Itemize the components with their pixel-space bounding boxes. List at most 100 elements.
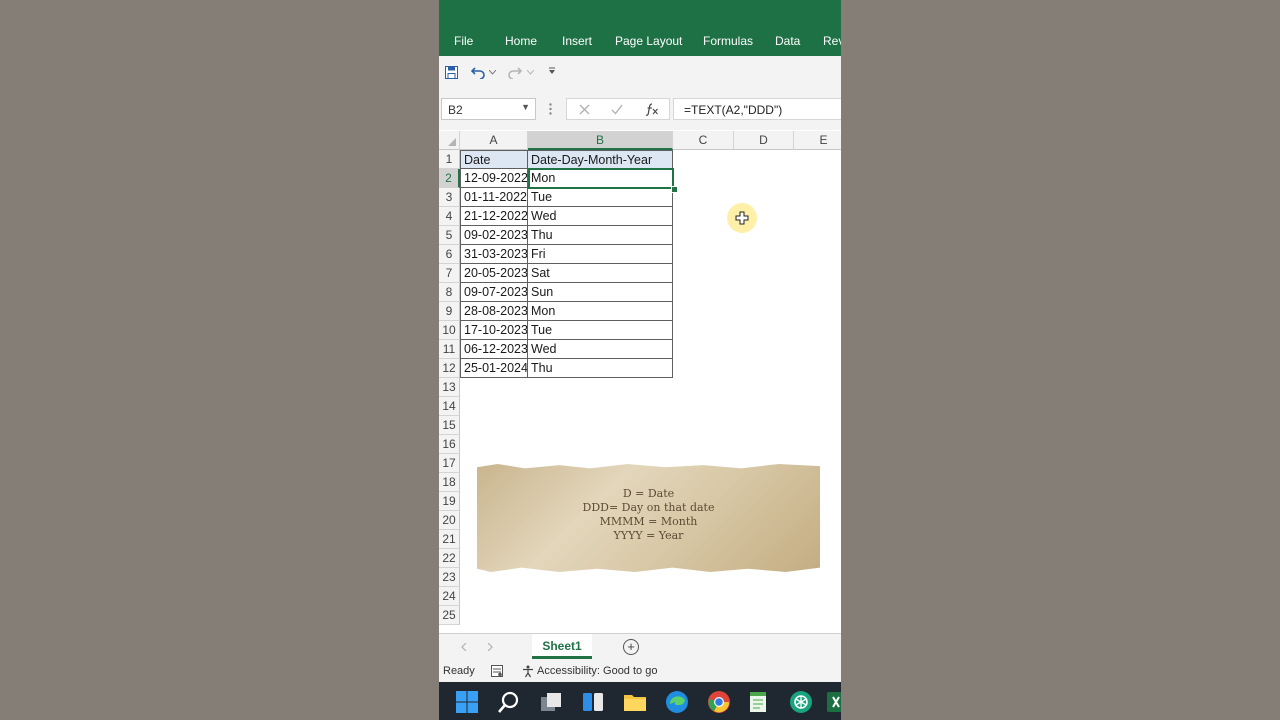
tab-home[interactable]: Home [505,34,537,48]
undo-dropdown-icon[interactable] [489,70,496,75]
sheet-tab-sheet1[interactable]: Sheet1 [532,634,592,659]
tab-file[interactable]: File [454,34,473,48]
row-header[interactable]: 11 [439,340,460,359]
select-all-corner[interactable] [439,131,460,150]
undo-icon[interactable] [471,65,485,79]
cell-day[interactable]: Thu [528,226,673,245]
chrome-browser-icon[interactable] [707,690,731,714]
file-explorer-icon[interactable] [623,690,647,714]
tab-review[interactable]: Rev [823,34,841,48]
cell-day[interactable]: Sat [528,264,673,283]
cell-date[interactable]: 09-02-2023 [460,226,528,245]
column-header-b[interactable]: B [528,131,673,150]
cell-date[interactable]: 21-12-2022 [460,207,528,226]
row-header[interactable]: 19 [439,492,460,511]
cell-day[interactable]: Mon [528,169,673,188]
insert-function-icon[interactable] [645,103,659,116]
row-header[interactable]: 12 [439,359,460,378]
cell-day[interactable]: Wed [528,207,673,226]
cell-day[interactable]: Thu [528,359,673,378]
row-header[interactable]: 1 [439,150,460,169]
column-header-d[interactable]: D [734,131,794,150]
redo-icon[interactable] [508,65,522,79]
row-header[interactable]: 2 [439,169,460,188]
name-box[interactable]: B2 ▼ [441,98,536,120]
row-header[interactable]: 7 [439,264,460,283]
notepad-icon[interactable] [747,690,771,714]
cell-date[interactable]: 09-07-2023 [460,283,528,302]
cell-day[interactable]: Wed [528,340,673,359]
note-line: MMMM = Month [599,515,698,528]
save-icon[interactable] [445,66,458,79]
status-accessibility[interactable]: Accessibility: Good to go [537,665,657,677]
cell-date[interactable]: 17-10-2023 [460,321,528,340]
enter-check-icon[interactable] [611,104,623,115]
cell-date[interactable]: 25-01-2024 [460,359,528,378]
row-header[interactable]: 6 [439,245,460,264]
status-ready: Ready [443,665,475,677]
column-header-c[interactable]: C [673,131,734,150]
cell-day[interactable]: Mon [528,302,673,321]
more-options-icon[interactable] [549,103,552,115]
row-header[interactable]: 15 [439,416,460,435]
tab-insert[interactable]: Insert [562,34,592,48]
row-header[interactable]: 5 [439,226,460,245]
row-header[interactable]: 24 [439,587,460,606]
row-header[interactable]: 8 [439,283,460,302]
widgets-icon[interactable] [581,690,605,714]
row-header[interactable]: 25 [439,606,460,625]
column-header-e[interactable]: E [794,131,841,150]
row-header[interactable]: 14 [439,397,460,416]
task-view-icon[interactable] [539,690,563,714]
tab-formulas[interactable]: Formulas [703,34,753,48]
row-header[interactable]: 10 [439,321,460,340]
cell-date[interactable]: 01-11-2022 [460,188,528,207]
excel-app-icon[interactable] [827,690,841,714]
note-line: YYYY = Year [613,529,684,542]
chatgpt-icon[interactable] [789,690,813,714]
column-header-a[interactable]: A [460,131,528,150]
cell-day[interactable]: Sun [528,283,673,302]
cell-date[interactable]: 20-05-2023 [460,264,528,283]
row-header[interactable]: 4 [439,207,460,226]
cell-date[interactable]: 31-03-2023 [460,245,528,264]
macro-record-icon[interactable] [491,665,503,677]
tab-page-layout[interactable]: Page Layout [615,34,682,48]
cell-date[interactable]: 12-09-2022 [460,169,528,188]
row-header[interactable]: 16 [439,435,460,454]
row-header[interactable]: 18 [439,473,460,492]
cell-date[interactable]: 06-12-2023 [460,340,528,359]
row-header[interactable]: 17 [439,454,460,473]
customize-toolbar-icon[interactable] [548,67,556,75]
row-header[interactable]: 21 [439,530,460,549]
add-sheet-button[interactable]: + [623,639,639,655]
row-header[interactable]: 13 [439,378,460,397]
row-header[interactable]: 23 [439,568,460,587]
cell-day[interactable]: Fri [528,245,673,264]
tab-data[interactable]: Data [775,34,800,48]
cell-date[interactable]: 28-08-2023 [460,302,528,321]
chevron-down-icon[interactable]: ▼ [521,102,530,112]
row-header[interactable]: 3 [439,188,460,207]
cancel-icon[interactable] [579,104,590,115]
row-header[interactable]: 9 [439,302,460,321]
fill-handle[interactable] [671,186,678,193]
cell-day[interactable]: Tue [528,321,673,340]
row-header[interactable]: 22 [439,549,460,568]
cell-day[interactable]: Tue [528,188,673,207]
worksheet-grid[interactable]: A B C D E 1 2 3 4 5 6 7 8 9 10 11 12 13 14 15 16 17 18 19 2… [439,131,841,633]
edge-browser-icon[interactable] [665,690,689,714]
note-line: D = Date [622,487,675,500]
search-icon[interactable] [497,690,521,714]
scroll-right-icon[interactable] [487,643,493,651]
note-line: DDD= Day on that date [582,501,715,514]
formula-input[interactable]: =TEXT(A2,"DDD") [673,98,841,120]
format-codes-note: D = Date DDD= Day on that date MMMM = Mo… [477,464,820,572]
accessibility-icon[interactable] [521,665,535,678]
windows-start-icon[interactable] [455,690,479,714]
row-header[interactable]: 20 [439,511,460,530]
cell-date[interactable]: Date [460,150,528,169]
scroll-left-icon[interactable] [461,643,467,651]
redo-dropdown-icon[interactable] [527,70,534,75]
cell-day[interactable]: Date-Day-Month-Year [528,150,673,169]
